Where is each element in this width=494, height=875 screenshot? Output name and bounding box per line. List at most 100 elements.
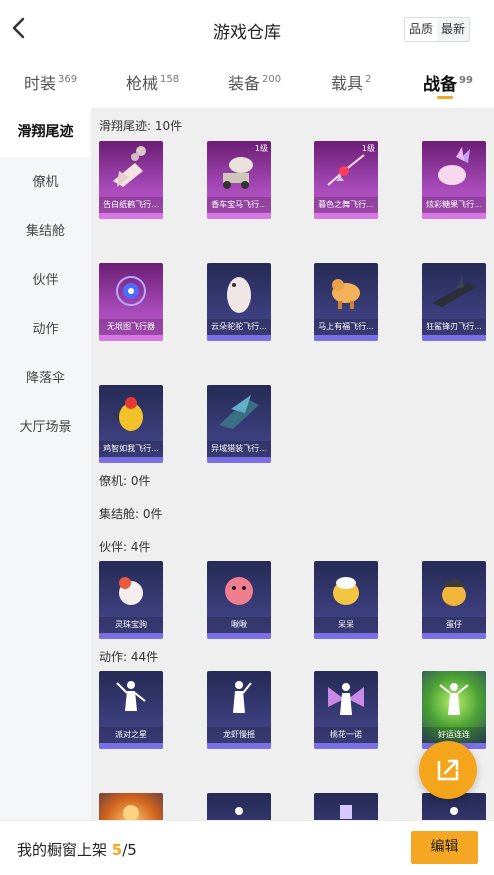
tab-label: 时装	[24, 74, 57, 93]
item-card[interactable]	[99, 793, 163, 820]
item-name: 异域猎装飞行...	[207, 441, 271, 457]
section-title-assembly-pod: 集结舱: 0件	[99, 507, 163, 521]
rarity-bar	[314, 335, 378, 341]
item-name: 云朵驼驼飞行...	[207, 319, 271, 335]
tab-combat-gear[interactable]: 战备 99	[423, 70, 473, 95]
item-card[interactable]: 狂鲨锋刃飞行...	[422, 263, 486, 341]
item-name: 呆呆	[314, 617, 378, 633]
rarity-bar	[207, 633, 271, 639]
item-card[interactable]: 蛋仔	[422, 561, 486, 639]
tab-count: 2	[365, 74, 372, 85]
rarity-bar	[207, 335, 271, 341]
cloud-camel-art	[227, 277, 251, 313]
dancer-silhouette-art	[233, 681, 252, 713]
item-card[interactable]: 1级 香车宝马飞行...	[207, 141, 271, 219]
showcase-status: 我的橱窗上架 5/5	[17, 839, 137, 860]
tab-vehicles[interactable]: 载具 2	[331, 70, 371, 94]
edit-button[interactable]: 编辑	[411, 831, 478, 864]
tab-count: 369	[58, 74, 78, 85]
rarity-bar	[207, 213, 271, 219]
tab-label: 载具	[331, 74, 364, 93]
item-card[interactable]: 无垠图飞行器	[99, 263, 163, 341]
item-card[interactable]: 好运连连	[422, 671, 486, 749]
item-name: 鸡智如我飞行...	[99, 441, 163, 457]
paper-crane-art	[113, 146, 146, 187]
item-art	[123, 805, 139, 820]
sidebar-item-partner[interactable]: 伙伴	[0, 256, 91, 305]
sidebar-item-assembly-pod[interactable]: 集结舱	[0, 207, 91, 256]
active-tab-indicator	[437, 96, 453, 99]
share-external-button[interactable]	[419, 741, 477, 799]
item-art	[340, 805, 352, 819]
tab-fashion[interactable]: 时装 369	[24, 70, 77, 94]
item-name: 告白纸鹤飞行...	[99, 197, 163, 213]
section-title-partner: 伙伴: 4件	[99, 540, 151, 554]
jiujiu-art	[225, 577, 253, 605]
pearl-pony-art	[119, 577, 143, 605]
item-card[interactable]: 告白纸鹤飞行...	[99, 141, 163, 219]
item-card[interactable]: 炫彩糖果飞行...	[422, 141, 486, 219]
rarity-bar	[314, 633, 378, 639]
item-name: 派对之星	[99, 727, 163, 743]
shark-blade-art	[432, 277, 476, 307]
item-card[interactable]	[207, 793, 271, 820]
sidebar: 滑翔尾迹 僚机 集结舱 伙伴 动作 降落伞 大厅场景	[0, 108, 91, 820]
item-art	[235, 807, 243, 815]
item-name: 香车宝马飞行...	[207, 197, 271, 213]
item-card[interactable]: 呆呆	[314, 561, 378, 639]
rarity-bar	[422, 633, 486, 639]
top-bar: 游戏仓库 品质 最新	[0, 0, 494, 58]
sidebar-item-emote[interactable]: 动作	[0, 305, 91, 354]
item-name: 蛋仔	[422, 617, 486, 633]
showcase-current: 5	[111, 841, 123, 859]
section-title-wingman: 僚机: 0件	[99, 474, 151, 488]
rarity-bar	[99, 633, 163, 639]
rarity-bar	[422, 213, 486, 219]
sidebar-item-parachute[interactable]: 降落伞	[0, 354, 91, 403]
item-card[interactable]	[314, 793, 378, 820]
rarity-bar	[314, 743, 378, 749]
tab-count: 200	[262, 74, 282, 85]
item-card[interactable]: 马上有福飞行...	[314, 263, 378, 341]
tab-count: 158	[160, 74, 180, 85]
item-level: 1级	[361, 144, 375, 153]
item-card[interactable]: 云朵驼驼飞行...	[207, 263, 271, 341]
peach-blossom-art	[328, 683, 364, 715]
item-name: 灵珠宝驹	[99, 617, 163, 633]
sort-toggle: 品质 最新	[404, 17, 471, 42]
warehouse-screen: 游戏仓库 品质 最新 时装 369 枪械 158 装备 200 载具 2 战备 99 滑翔…	[0, 0, 494, 875]
section-title-glide-trail: 滑翔尾迹: 10件	[99, 119, 183, 133]
item-card[interactable]: 啾啾	[207, 561, 271, 639]
share-external-icon	[437, 759, 459, 781]
item-card[interactable]: 龙虾慢摇	[207, 671, 271, 749]
rarity-bar	[99, 743, 163, 749]
item-card[interactable]: 灵珠宝驹	[99, 561, 163, 639]
item-name: 炫彩糖果飞行...	[422, 197, 486, 213]
lucky-horse-art	[332, 279, 360, 309]
item-name: 龙虾慢摇	[207, 727, 271, 743]
sort-quality-button[interactable]: 品质	[405, 18, 438, 41]
sidebar-item-wingman[interactable]: 僚机	[0, 158, 91, 207]
showcase-footer: 我的橱窗上架 5/5 编辑	[0, 820, 494, 875]
tab-equipment[interactable]: 装备 200	[228, 70, 281, 94]
item-level: 1级	[254, 144, 268, 153]
item-card[interactable]: 桃花一诺	[314, 671, 378, 749]
candy-art	[438, 147, 470, 185]
sidebar-item-glide-trail[interactable]: 滑翔尾迹	[0, 108, 91, 157]
sidebar-item-lobby-scene[interactable]: 大厅场景	[0, 403, 91, 452]
item-name: 暮色之舞飞行...	[314, 197, 378, 213]
rarity-bar	[99, 335, 163, 341]
item-card[interactable]: 异域猎装飞行...	[207, 385, 271, 463]
rarity-bar	[314, 213, 378, 219]
rarity-bar	[422, 335, 486, 341]
sort-newest-button[interactable]: 最新	[437, 18, 469, 41]
daidai-art	[333, 577, 359, 605]
item-card[interactable]: 派对之星	[99, 671, 163, 749]
showcase-total: /5	[122, 841, 137, 859]
tab-label: 装备	[228, 74, 261, 93]
boundless-map-art	[116, 276, 146, 306]
item-card[interactable]: 1级 暮色之舞飞行...	[314, 141, 378, 219]
item-name: 马上有福飞行...	[314, 319, 378, 335]
tab-guns[interactable]: 枪械 158	[126, 70, 179, 94]
item-card[interactable]: 鸡智如我飞行...	[99, 385, 163, 463]
